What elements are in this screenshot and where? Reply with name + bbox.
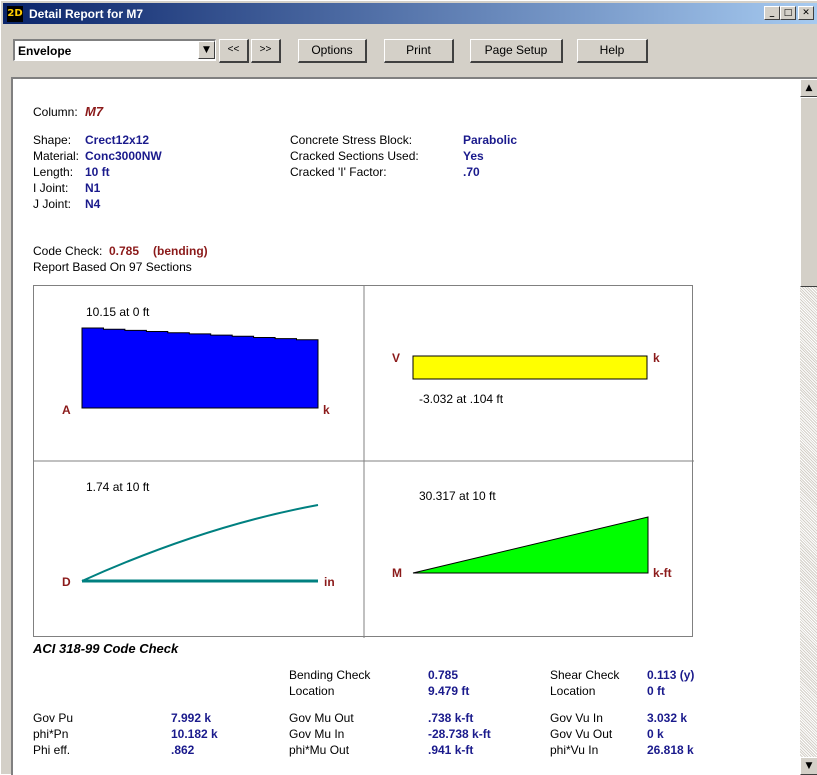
cracked-factor-value: .70 bbox=[463, 165, 480, 179]
shear-letter: V bbox=[392, 351, 400, 365]
minimize-button[interactable]: _ bbox=[764, 6, 780, 20]
shear-max-label: -3.032 at .104 ft bbox=[419, 392, 504, 406]
app-icon: 2D bbox=[7, 6, 23, 22]
material-value: Conc3000NW bbox=[85, 149, 162, 163]
gov-pu-value: 7.992 k bbox=[171, 711, 212, 725]
force-diagrams: 10.15 at 0 ft A k V k -3.032 at .104 ft … bbox=[33, 285, 694, 638]
bending-check-label: Bending Check bbox=[289, 668, 371, 682]
gov-vu-in-value: 3.032 k bbox=[647, 711, 688, 725]
options-button[interactable]: Options bbox=[298, 39, 367, 63]
scroll-down-arrow-icon[interactable]: ▼ bbox=[800, 757, 817, 775]
shear-location-label: Location bbox=[550, 684, 596, 698]
gov-vu-out-label: Gov Vu Out bbox=[550, 727, 613, 741]
shear-check-label: Shear Check bbox=[550, 668, 620, 682]
stress-block-label: Concrete Stress Block: bbox=[290, 133, 413, 147]
dropdown-arrow-icon[interactable]: ▼ bbox=[198, 41, 215, 59]
cracked-factor-label: Cracked 'I' Factor: bbox=[290, 165, 387, 179]
moment-unit: k-ft bbox=[653, 566, 672, 580]
axial-letter: A bbox=[62, 403, 71, 417]
length-value: 10 ft bbox=[85, 165, 110, 179]
code-check-value: 0.785 bbox=[109, 244, 140, 258]
j-joint-label: J Joint: bbox=[33, 197, 72, 211]
window-title: Detail Report for M7 bbox=[29, 7, 144, 21]
report-type-select[interactable]: Envelope ▼ bbox=[13, 39, 216, 61]
i-joint-value: N1 bbox=[85, 181, 101, 195]
scroll-up-arrow-icon[interactable]: ▲ bbox=[800, 79, 817, 97]
gov-mu-in-value: -28.738 k-ft bbox=[428, 727, 491, 741]
shear-diagram bbox=[412, 355, 648, 380]
axial-diagram bbox=[81, 327, 319, 409]
report-type-value: Envelope bbox=[18, 44, 72, 58]
gov-mu-in-label: Gov Mu In bbox=[289, 727, 345, 741]
toolbar: Envelope ▼ << >> Options Print Page Setu… bbox=[3, 27, 817, 69]
shear-location-value: 0 ft bbox=[647, 684, 665, 698]
phi-vu-in-label: phi*Vu In bbox=[550, 743, 599, 757]
vertical-scrollbar[interactable]: ▲ ▼ bbox=[800, 79, 817, 775]
detail-report-window: 2D Detail Report for M7 _ □ ✕ Envelope ▼… bbox=[0, 0, 817, 775]
shape-label: Shape: bbox=[33, 133, 72, 147]
deflection-curve bbox=[81, 504, 319, 582]
maximize-button[interactable]: □ bbox=[780, 6, 796, 20]
moment-letter: M bbox=[392, 566, 402, 580]
column-name: M7 bbox=[85, 104, 104, 119]
diagrams-svg: 10.15 at 0 ft A k V k -3.032 at .104 ft … bbox=[34, 286, 694, 638]
page-setup-button[interactable]: Page Setup bbox=[470, 39, 563, 63]
cracked-sections-value: Yes bbox=[463, 149, 484, 163]
length-label: Length: bbox=[33, 165, 74, 179]
cracked-sections-label: Cracked Sections Used: bbox=[290, 149, 419, 163]
report-panel[interactable]: Column: M7 Shape: Crect12x12 Material: C… bbox=[11, 77, 817, 775]
phi-pn-value: 10.182 k bbox=[171, 727, 218, 741]
bending-check-value: 0.785 bbox=[428, 668, 459, 682]
deflection-letter: D bbox=[62, 575, 71, 589]
i-joint-label: I Joint: bbox=[33, 181, 69, 195]
shear-check-value: 0.113 (y) bbox=[647, 668, 695, 682]
shape-value: Crect12x12 bbox=[85, 133, 150, 147]
previous-button[interactable]: << bbox=[219, 39, 249, 63]
location-label: Location bbox=[289, 684, 335, 698]
gov-mu-out-label: Gov Mu Out bbox=[289, 711, 354, 725]
column-label: Column: bbox=[33, 105, 78, 119]
close-button[interactable]: ✕ bbox=[798, 6, 814, 20]
title-bar[interactable]: 2D Detail Report for M7 _ □ ✕ bbox=[3, 3, 817, 24]
code-check-label: Code Check: bbox=[33, 244, 103, 258]
deflection-unit: in bbox=[324, 575, 335, 589]
scrollbar-thumb[interactable] bbox=[800, 97, 817, 287]
sections-text: Report Based On 97 Sections bbox=[33, 260, 192, 274]
help-button[interactable]: Help bbox=[577, 39, 648, 63]
axial-unit: k bbox=[323, 403, 330, 417]
phi-mu-out-label: phi*Mu Out bbox=[289, 743, 350, 757]
moment-max-label: 30.317 at 10 ft bbox=[419, 489, 496, 503]
location-value: 9.479 ft bbox=[428, 684, 470, 698]
shear-unit: k bbox=[653, 351, 660, 365]
phi-mu-out-value: .941 k-ft bbox=[428, 743, 474, 757]
gov-vu-out-value: 0 k bbox=[647, 727, 664, 741]
moment-diagram bbox=[412, 516, 649, 574]
axial-max-label: 10.15 at 0 ft bbox=[86, 305, 150, 319]
deflection-max-label: 1.74 at 10 ft bbox=[86, 480, 150, 494]
gov-mu-out-value: .738 k-ft bbox=[428, 711, 474, 725]
next-button[interactable]: >> bbox=[251, 39, 281, 63]
phi-vu-in-value: 26.818 k bbox=[647, 743, 694, 757]
phi-pn-label: phi*Pn bbox=[33, 727, 69, 741]
gov-pu-label: Gov Pu bbox=[33, 711, 74, 725]
gov-vu-in-label: Gov Vu In bbox=[550, 711, 603, 725]
phi-eff-label: Phi eff. bbox=[33, 743, 71, 757]
material-label: Material: bbox=[33, 149, 80, 163]
code-check-heading: ACI 318-99 Code Check bbox=[33, 641, 179, 656]
print-button[interactable]: Print bbox=[384, 39, 454, 63]
code-check-note: (bending) bbox=[153, 244, 208, 258]
phi-eff-value: .862 bbox=[171, 743, 195, 757]
j-joint-value: N4 bbox=[85, 197, 101, 211]
stress-block-value: Parabolic bbox=[463, 133, 518, 147]
